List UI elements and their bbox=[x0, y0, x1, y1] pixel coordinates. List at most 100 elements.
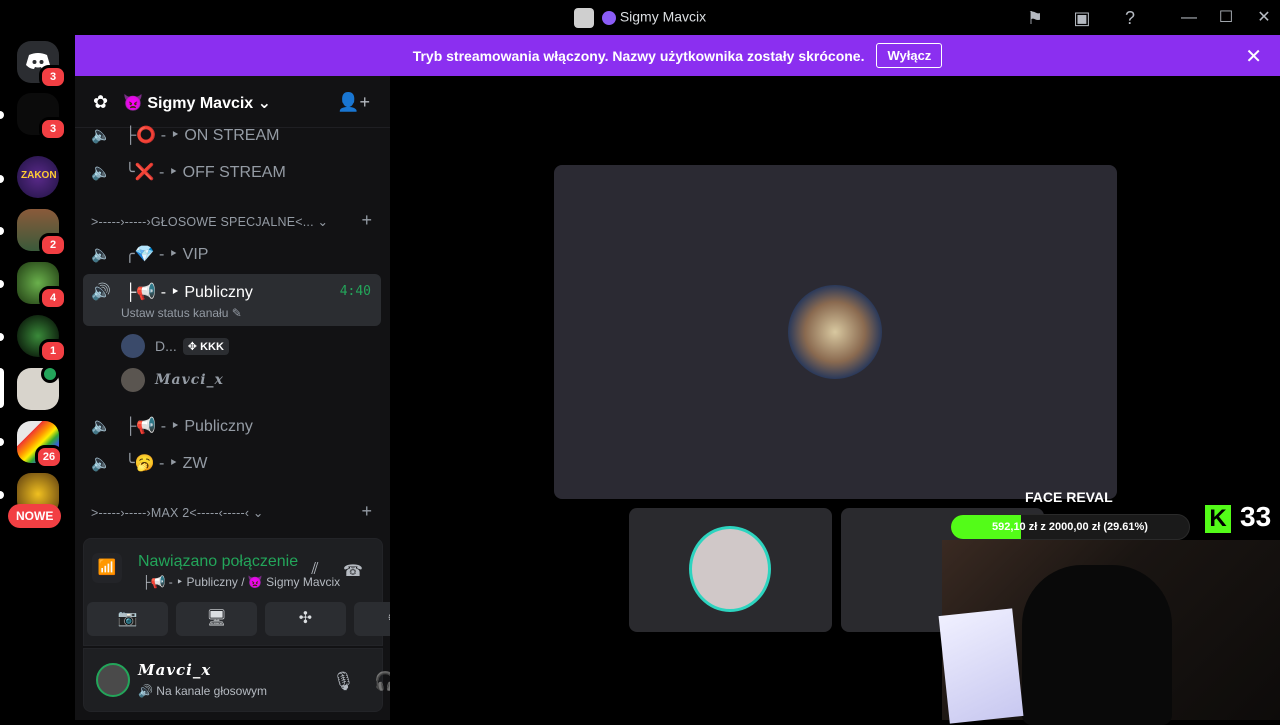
server-zakon-icon[interactable]: ZAKON bbox=[17, 156, 59, 198]
inbox-icon[interactable]: ▣ bbox=[1071, 7, 1093, 29]
kick-logo-icon: K bbox=[1205, 505, 1231, 533]
channel-timer: 4:40 bbox=[339, 284, 371, 299]
server-icon[interactable]: 4 bbox=[17, 262, 67, 310]
speaker-icon: 🔈 bbox=[91, 418, 111, 435]
minimize-icon[interactable]: — bbox=[1177, 6, 1201, 30]
close-icon[interactable]: ✕ bbox=[1252, 6, 1276, 30]
channel-label: ├📢 - ‣ Publiczny bbox=[125, 284, 253, 301]
channel-public-2[interactable]: 🔈 ├📢 - ‣ Publiczny bbox=[83, 409, 381, 443]
server-icon[interactable]: 1 bbox=[17, 315, 67, 363]
chevron-down-icon: ⌄ bbox=[252, 506, 264, 520]
pencil-icon: ✎ bbox=[231, 306, 242, 320]
category-label: >-----›-----›GŁOSOWE SPECJALNE<... bbox=[91, 215, 314, 229]
server-icon-active[interactable] bbox=[17, 365, 59, 410]
webcam-person bbox=[1022, 565, 1172, 725]
noise-suppression-icon[interactable]: ⫽ bbox=[304, 561, 326, 583]
avatar bbox=[121, 368, 145, 392]
webcam-overlay bbox=[938, 540, 1280, 725]
channel-sidebar: ✿ 👿 Sigmy Mavcix ⌄ 👤+ 🔈 ├⭕ - ‣ ON STREAM … bbox=[75, 76, 435, 720]
participant-avatar-speaking bbox=[689, 526, 771, 612]
unread-pip bbox=[0, 491, 4, 499]
user-status-text: Na kanale głosowym bbox=[156, 684, 267, 698]
channel-public-active[interactable]: 🔊 ├📢 - ‣ Publiczny 4:40 Ustaw status kana… bbox=[83, 274, 381, 326]
streamer-mode-banner: Tryb streamowania włączony. Nazwy użytko… bbox=[75, 35, 1280, 76]
speaker-icon: 🔊 bbox=[91, 284, 111, 301]
new-unreads-pill[interactable]: NOWE bbox=[8, 504, 62, 528]
voice-member[interactable]: D... ✥ KKK bbox=[121, 332, 229, 360]
channel-label: ├📢 - ‣ Publiczny bbox=[125, 418, 253, 435]
speaker-icon: 🔊 bbox=[138, 684, 157, 698]
avatar[interactable] bbox=[96, 663, 130, 697]
channel-on-stream[interactable]: 🔈 ├⭕ - ‣ ON STREAM bbox=[83, 118, 381, 152]
signal-icon[interactable]: 📶 bbox=[92, 553, 122, 583]
viewer-count: 33 bbox=[1240, 501, 1272, 532]
chevron-down-icon: ⌄ bbox=[317, 215, 329, 229]
speaker-icon: 🔈 bbox=[91, 127, 111, 144]
server-icon[interactable]: 3 bbox=[17, 93, 67, 141]
close-icon[interactable]: ✕ bbox=[1245, 44, 1262, 69]
user-name[interactable]: 𝑴𝒂𝒗𝒄𝒊_𝒙 bbox=[138, 661, 211, 679]
avatar bbox=[121, 334, 145, 358]
speaker-icon: 🔈 bbox=[91, 455, 111, 472]
unread-pip bbox=[0, 227, 4, 235]
disconnect-icon[interactable]: ☎ bbox=[342, 561, 364, 583]
channel-label: ╰❌ - ‣ OFF STREAM bbox=[125, 164, 286, 181]
overlay-goal-title: FACE REVAL bbox=[1025, 489, 1113, 505]
category-header[interactable]: >-----›-----›GŁOSOWE SPECJALNE<... ⌄ bbox=[91, 214, 328, 229]
help-icon[interactable]: ? bbox=[1119, 7, 1141, 29]
unread-pip bbox=[0, 280, 4, 288]
disable-streamer-mode-button[interactable]: Wyłącz bbox=[876, 43, 943, 68]
discord-home-button[interactable]: 3 bbox=[17, 41, 67, 89]
notification-badge: 2 bbox=[39, 233, 67, 257]
unread-pip bbox=[0, 111, 4, 119]
unread-pip bbox=[0, 438, 4, 446]
voice-status[interactable]: Nawiązano połączenie bbox=[138, 553, 298, 571]
speaker-icon: 🔈 bbox=[91, 246, 111, 263]
channel-zw[interactable]: 🔈 ╰🥱 - ‣ ZW bbox=[83, 446, 381, 480]
set-channel-status[interactable]: Ustaw status kanału ✎ bbox=[121, 306, 242, 320]
channel-label: ╰🥱 - ‣ ZW bbox=[125, 455, 208, 472]
server-tag-text: KKK bbox=[200, 340, 224, 353]
camera-off-button[interactable]: 📷 bbox=[87, 602, 168, 636]
donation-goal-bar: 592,10 zł z 2000,00 zł (29.61%) bbox=[950, 514, 1190, 540]
notification-badge: 3 bbox=[39, 117, 67, 141]
add-channel-icon[interactable]: + bbox=[361, 501, 372, 522]
member-name: D... bbox=[155, 338, 177, 354]
add-channel-icon[interactable]: + bbox=[361, 210, 372, 231]
chevron-down-icon: ⌄ bbox=[257, 95, 272, 112]
focused-participant-tile[interactable] bbox=[554, 165, 1117, 499]
devil-emoji-icon bbox=[601, 11, 616, 25]
user-panel: 𝑴𝒂𝒗𝒄𝒊_𝒙 🔊 Na kanale głosowym 🎙 🎧 ⚙ bbox=[83, 648, 435, 712]
window-title-text: Sigmy Mavcix bbox=[619, 8, 707, 25]
notification-badge: 1 bbox=[39, 339, 67, 363]
devil-emoji-icon: 👿 bbox=[123, 95, 148, 112]
category-header[interactable]: >-----›-----›MAX 2<-----‹-----‹ ⌄ bbox=[91, 505, 264, 520]
add-member-icon[interactable]: 👤+ bbox=[337, 92, 370, 113]
flag-icon[interactable]: ⚑ bbox=[1024, 7, 1046, 29]
server-tag: ✥ KKK bbox=[182, 337, 229, 355]
channel-off-stream[interactable]: 🔈 ╰❌ - ‣ OFF STREAM bbox=[83, 155, 381, 189]
channel-label: ├⭕ - ‣ ON STREAM bbox=[125, 127, 280, 144]
set-status-label: Ustaw status kanału bbox=[121, 306, 229, 320]
voice-speaker-icon bbox=[41, 365, 59, 383]
guild-name[interactable]: 👿 Sigmy Mavcix ⌄ bbox=[123, 93, 271, 113]
maximize-icon[interactable]: ☐ bbox=[1214, 6, 1238, 30]
notification-badge: 3 bbox=[39, 65, 67, 89]
voice-connection-panel: 📶 Nawiązano połączenie ├📢 - ‣ Publiczny … bbox=[83, 538, 435, 646]
activities-button[interactable]: ✣ bbox=[265, 602, 346, 636]
selected-indicator bbox=[0, 368, 4, 408]
voice-member[interactable]: 𝑴𝒂𝒗𝒄𝒊_𝒙 bbox=[121, 366, 224, 394]
participant-avatar bbox=[788, 285, 882, 379]
channel-vip[interactable]: 🔈 ╭💎 - ‣ VIP bbox=[83, 237, 381, 271]
speaker-icon: 🔈 bbox=[91, 164, 111, 181]
notification-badge: 4 bbox=[39, 286, 67, 310]
banner-message: Tryb streamowania włączony. Nazwy użytko… bbox=[412, 47, 865, 64]
home-icon[interactable]: ✿ bbox=[93, 92, 108, 113]
participant-tile[interactable] bbox=[629, 508, 832, 632]
screen-share-button[interactable]: 🖥 bbox=[176, 602, 257, 636]
guild-name-text: Sigmy Mavcix bbox=[147, 95, 254, 112]
server-icon[interactable]: 2 bbox=[17, 209, 67, 257]
server-icon[interactable]: 26 bbox=[17, 421, 63, 469]
goal-text: 592,10 zł z 2000,00 zł (29.61%) bbox=[992, 521, 1148, 533]
microphone-icon[interactable]: 🎙 bbox=[332, 671, 355, 693]
